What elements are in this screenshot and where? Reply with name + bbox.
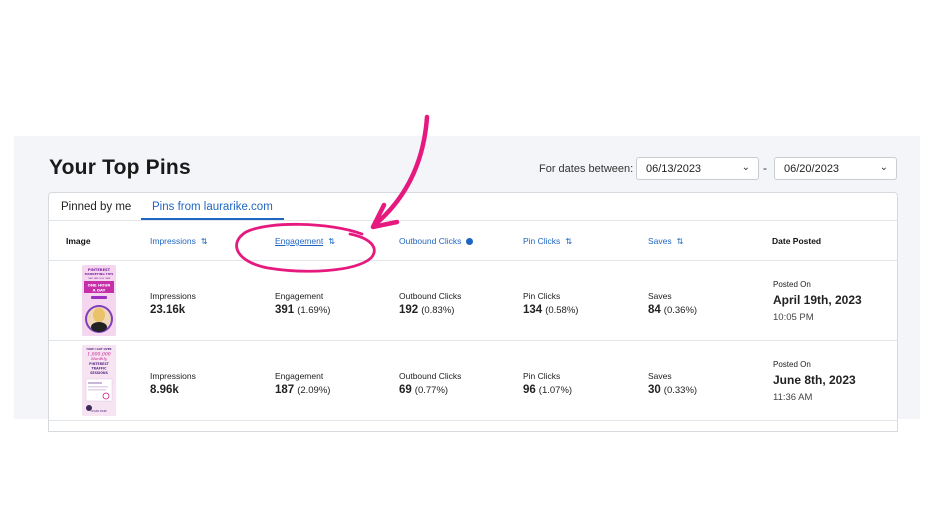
annotation-overlay bbox=[235, 114, 430, 273]
annotation-circle bbox=[235, 222, 376, 273]
